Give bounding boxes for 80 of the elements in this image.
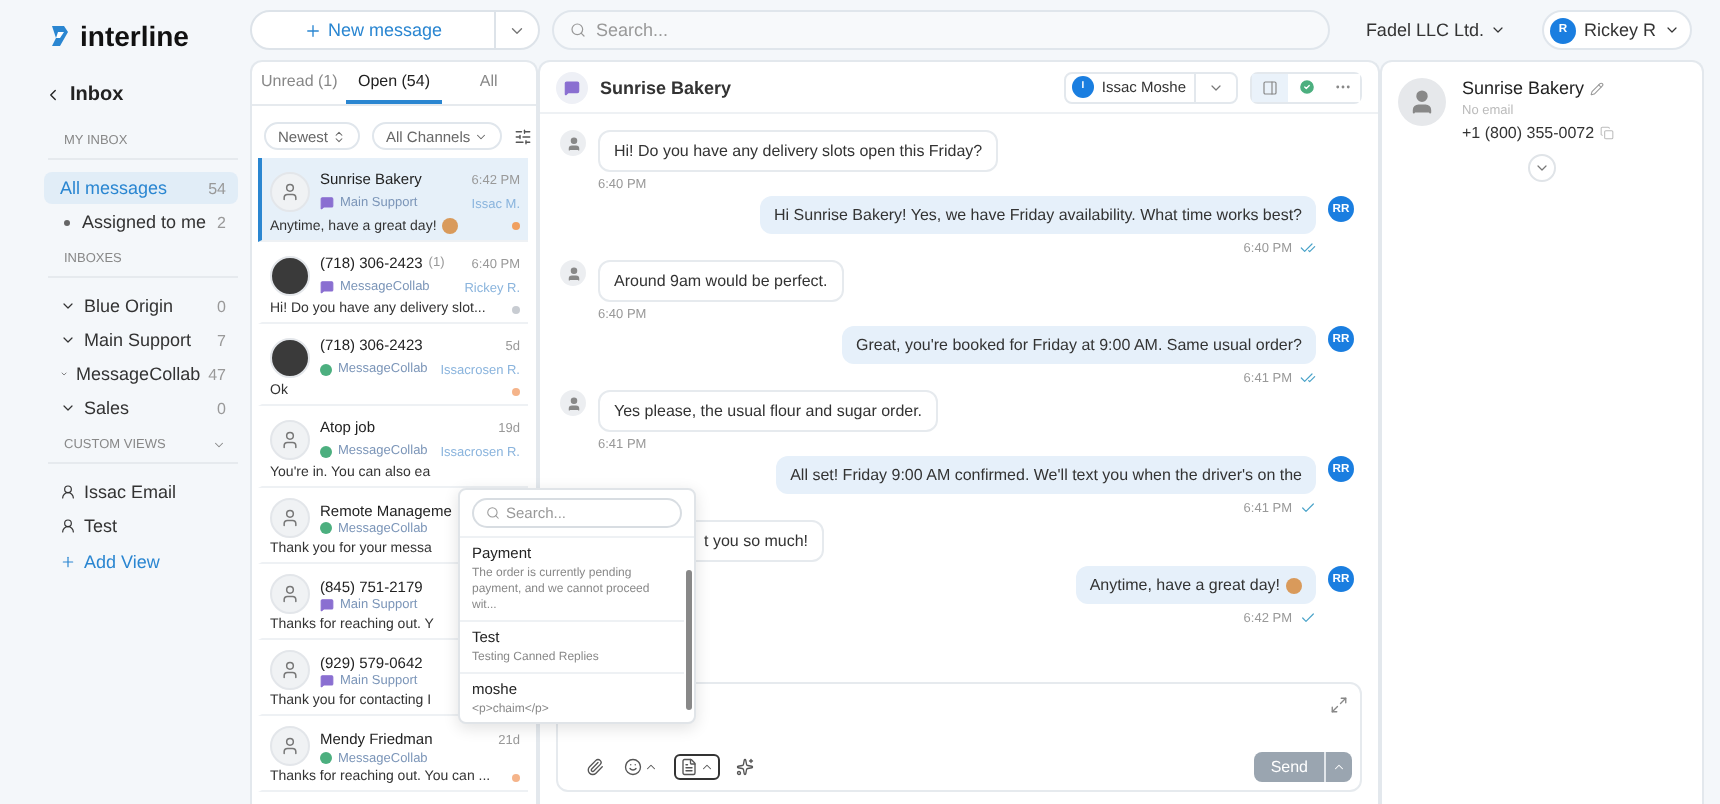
tab[interactable]: Unread (1) <box>252 62 347 104</box>
sidebar-item[interactable]: Assigned to me 2 <box>44 206 238 238</box>
smile-icon <box>624 758 642 776</box>
panel-icon <box>1262 79 1278 95</box>
channel-dot <box>320 752 332 764</box>
message-bubble: Anytime, have a great day! <box>1075 566 1316 604</box>
sparkles-icon <box>736 758 754 776</box>
attach-button[interactable] <box>582 756 608 778</box>
caret-icon <box>1489 22 1506 38</box>
contact-phone: +1 (800) 355-0072 <box>1462 124 1595 142</box>
person-icon <box>280 429 300 449</box>
user-icon <box>60 484 76 500</box>
canned-replies-button[interactable] <box>674 754 720 780</box>
chat-icon <box>320 673 334 687</box>
tab[interactable]: Open (54) <box>346 62 442 104</box>
chevron-icon <box>60 298 76 314</box>
channel-dot <box>320 445 332 457</box>
search-icon <box>570 22 586 38</box>
user-icon <box>60 518 76 534</box>
caret-icon <box>644 760 658 774</box>
person-icon <box>280 584 300 604</box>
check-circle-icon <box>1297 78 1315 96</box>
organization-dropdown[interactable]: Fadel LLC Ltd. <box>1353 18 1518 42</box>
message-bubble: Around 9am would be perfect. <box>598 260 844 302</box>
chat-title: Sunrise Bakery <box>600 77 732 97</box>
expand-icon <box>1330 696 1348 714</box>
channel-dot <box>320 363 332 375</box>
back-icon <box>44 86 62 104</box>
message-bubble: All set! Friday 9:00 AM confirmed. We'll text you when the driver's on the <box>776 456 1316 494</box>
copy-icon <box>1600 126 1615 140</box>
new-message-button[interactable]: New message <box>252 18 494 42</box>
message-bubble: Hi! Do you have any delivery slots open this Friday? <box>598 130 999 172</box>
sidebar-item[interactable]: Main Support 7 <box>44 324 238 356</box>
message-bubble: Great, you're booked for Friday at 9:00 AM. Same usual order? <box>842 326 1316 364</box>
message-bubble: Hi Sunrise Bakery! Yes, we have Friday availability. What time works best? <box>760 196 1316 234</box>
chat-icon <box>564 79 580 95</box>
add-view-link[interactable]: Add View <box>44 544 238 580</box>
sidebar-item[interactable]: Sales 0 <box>44 392 238 424</box>
message-bubble: Yes please, the usual flour and sugar order. <box>598 390 939 432</box>
person-icon <box>1408 88 1436 116</box>
caret-icon <box>700 760 714 774</box>
chevron-icon <box>1534 160 1550 176</box>
channel-dot <box>320 522 332 534</box>
sidebar-item[interactable]: Issac Email <box>44 476 238 508</box>
person-icon <box>280 181 300 201</box>
search-icon <box>486 506 500 520</box>
contact-name: Sunrise Bakery <box>1462 78 1585 98</box>
magic-button[interactable] <box>732 756 758 778</box>
chat-icon <box>320 280 334 294</box>
panel-toggle-button[interactable] <box>1252 73 1288 101</box>
back-link[interactable]: Inbox <box>44 84 238 106</box>
document-icon <box>680 758 698 776</box>
plus-icon <box>303 21 322 39</box>
chat-icon <box>320 597 334 611</box>
caret-icon <box>1664 22 1680 38</box>
filter-icon <box>514 127 533 145</box>
caret-icon <box>1332 760 1346 774</box>
person-icon <box>280 660 300 680</box>
sidebar-item[interactable]: MessageCollab 47 <box>44 358 238 390</box>
chevron-icon <box>60 400 76 416</box>
plus-icon <box>60 554 76 570</box>
pencil-icon <box>1590 81 1605 95</box>
person-icon <box>565 265 581 281</box>
person-icon <box>565 395 581 411</box>
scrollbar <box>686 570 692 710</box>
expand-button[interactable] <box>1528 154 1556 182</box>
person-icon <box>565 135 581 151</box>
sort-icon <box>332 129 347 143</box>
bullet-icon <box>64 219 70 225</box>
chevron-icon <box>60 332 76 348</box>
caret-icon <box>474 129 489 143</box>
person-icon <box>280 736 300 756</box>
paperclip-icon <box>586 758 604 776</box>
brand-name: interline <box>80 20 189 52</box>
chat-icon <box>320 196 334 210</box>
sidebar-item[interactable]: Test <box>44 510 238 542</box>
sidebar-item[interactable]: Blue Origin 0 <box>44 290 238 322</box>
person-icon <box>280 508 300 528</box>
tab[interactable]: All <box>441 62 536 104</box>
logo-icon <box>48 24 72 48</box>
